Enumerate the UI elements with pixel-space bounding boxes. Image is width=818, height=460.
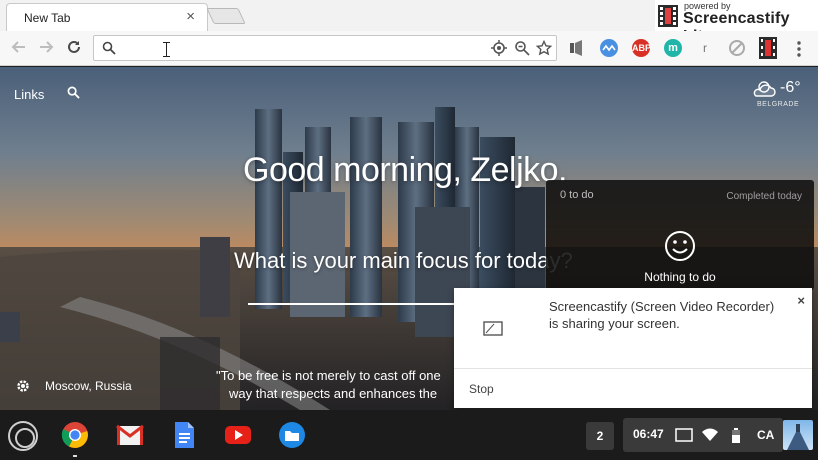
film-ext-icon[interactable]: [759, 37, 777, 59]
screen-sharing-notification: Screencastify (Screen Video Recorder) is…: [454, 288, 812, 408]
weather-temperature[interactable]: -6°: [780, 79, 801, 97]
links-button[interactable]: Links: [14, 87, 44, 102]
user-avatar-image: [787, 424, 809, 450]
bookmark-star-icon[interactable]: [536, 40, 552, 56]
weather-city: BELGRADE: [757, 101, 800, 108]
notification-message: Screencastify (Screen Video Recorder) is…: [549, 299, 775, 331]
adblock-ext-icon[interactable]: ABP: [632, 39, 651, 57]
screencastify-ext-icon[interactable]: [568, 39, 586, 57]
zoom-icon[interactable]: [514, 40, 530, 56]
clock: 06:47: [633, 427, 664, 441]
quote-line-1: "To be free is not merely to cast off on…: [216, 368, 441, 383]
new-tab-button[interactable]: [206, 8, 246, 24]
stop-sharing-button[interactable]: Stop: [469, 382, 494, 396]
launcher-button[interactable]: [8, 421, 38, 451]
avatar[interactable]: [783, 420, 813, 450]
battery-icon: [732, 428, 740, 443]
forward-button[interactable]: [35, 36, 57, 58]
running-indicator: [73, 455, 77, 457]
input-method-indicator: CA: [757, 428, 775, 442]
back-button[interactable]: [8, 36, 30, 58]
screen-share-icon: [483, 321, 503, 336]
blocked-ext-icon[interactable]: [728, 39, 746, 57]
r-ext-icon[interactable]: r: [696, 39, 714, 57]
screencastify-badge: powered by Screencastify Lite: [655, 0, 818, 45]
todo-count-tab[interactable]: 0 to do: [560, 189, 594, 201]
notification-count-badge[interactable]: 2: [586, 422, 614, 450]
partly-cloudy-icon: [753, 81, 776, 97]
chrome-app-icon[interactable]: [61, 421, 89, 449]
text-cursor-icon: [163, 42, 170, 57]
tab-new-tab[interactable]: New Tab ×: [6, 3, 208, 31]
youtube-app-icon[interactable]: [224, 421, 252, 449]
momentum-ext-icon[interactable]: [600, 39, 618, 57]
greeting-text: Good morning, Zeljko.: [243, 151, 568, 189]
docs-app-icon[interactable]: [170, 421, 198, 449]
gmail-app-icon[interactable]: [116, 421, 144, 449]
chromeos-shelf: 2 06:47 CA: [0, 410, 818, 460]
address-bar[interactable]: [93, 35, 557, 61]
forward-arrow-icon: [40, 41, 54, 53]
close-icon[interactable]: ×: [797, 293, 805, 308]
tab-title: New Tab: [24, 11, 71, 25]
browser-toolbar: ABP m r: [0, 31, 818, 66]
wave-icon: [602, 44, 616, 52]
address-input[interactable]: [120, 39, 490, 57]
files-app-icon[interactable]: [278, 421, 306, 449]
location-target-icon[interactable]: [491, 40, 507, 56]
todo-completed-tab[interactable]: Completed today: [726, 191, 802, 202]
reload-icon: [68, 40, 80, 53]
todo-empty-text: Nothing to do: [644, 270, 716, 284]
system-tray[interactable]: 06:47 CA: [623, 418, 783, 452]
search-icon: [102, 41, 116, 55]
notification-divider: [454, 368, 812, 369]
reload-button[interactable]: [63, 36, 85, 58]
back-arrow-icon: [11, 41, 25, 53]
focus-input-underline[interactable]: [248, 303, 458, 305]
menu-kebab-icon[interactable]: [795, 40, 803, 58]
focus-question: What is your main focus for today?: [234, 248, 573, 273]
tab-strip: New Tab × powered by Screencastify Lite: [0, 0, 818, 45]
smiley-icon: [665, 231, 695, 261]
search-icon[interactable]: [67, 86, 80, 99]
photo-location[interactable]: Moscow, Russia: [45, 379, 132, 393]
m-ext-icon[interactable]: m: [664, 39, 682, 57]
wifi-icon: [702, 428, 718, 441]
quote-line-2: way that respects and enhances the: [229, 386, 438, 401]
gear-icon[interactable]: [15, 378, 31, 394]
film-strip-icon: [658, 5, 678, 27]
todo-panel: 0 to do Completed today Nothing to do: [546, 180, 814, 290]
tab-close-button[interactable]: ×: [186, 9, 195, 25]
screen-cast-icon: [675, 428, 693, 442]
